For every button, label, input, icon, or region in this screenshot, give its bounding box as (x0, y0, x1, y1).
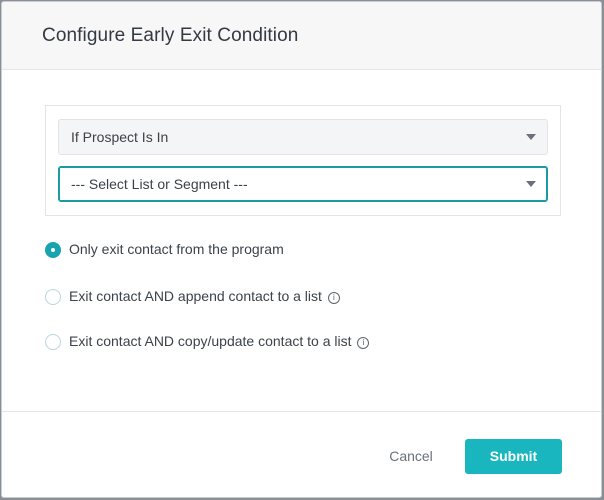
option-label: Exit contact AND append contact to a lis… (69, 288, 340, 305)
list-segment-select[interactable]: --- Select List or Segment --- (58, 166, 548, 202)
prospect-condition-value: If Prospect Is In (71, 129, 169, 145)
chevron-down-icon (526, 134, 536, 140)
option-label: Exit contact AND copy/update contact to … (69, 333, 370, 350)
prospect-condition-select[interactable]: If Prospect Is In (58, 119, 548, 155)
option-label: Only exit contact from the program (69, 241, 284, 257)
dialog-header: Configure Early Exit Condition (2, 2, 601, 70)
chevron-down-icon (526, 181, 536, 187)
radio-only-exit[interactable] (45, 242, 61, 258)
dialog-title: Configure Early Exit Condition (42, 25, 299, 46)
submit-button[interactable]: Submit (465, 439, 562, 474)
info-icon[interactable]: i (357, 337, 370, 349)
early-exit-dialog: Configure Early Exit Condition If Prospe… (1, 1, 602, 498)
list-segment-value: --- Select List or Segment --- (71, 176, 248, 192)
footer-divider (2, 411, 601, 412)
radio-exit-append[interactable] (45, 289, 61, 305)
cancel-button[interactable]: Cancel (372, 439, 450, 473)
radio-exit-copy-update[interactable] (45, 334, 61, 350)
condition-box: If Prospect Is In --- Select List or Seg… (45, 105, 561, 216)
info-icon[interactable]: i (327, 292, 340, 304)
